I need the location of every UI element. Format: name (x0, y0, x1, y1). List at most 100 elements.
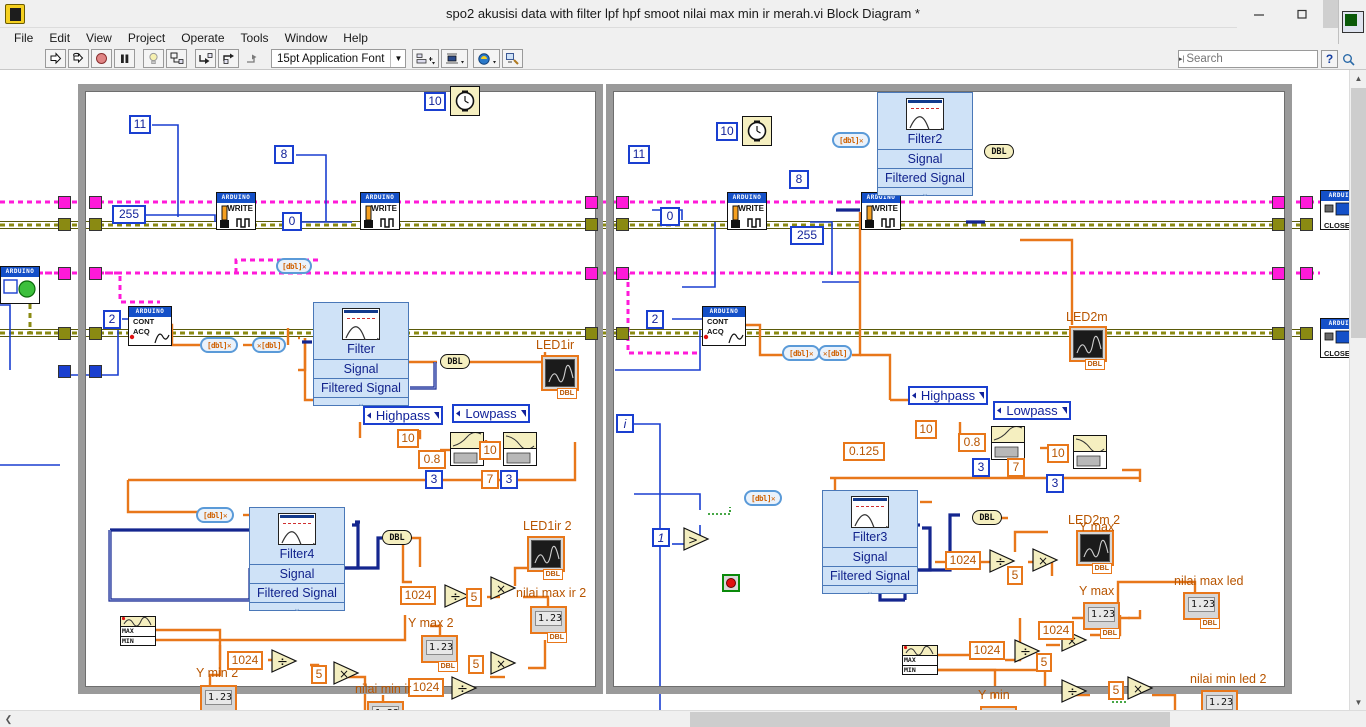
tunnel-refnum[interactable] (585, 196, 598, 209)
filter4-express-node[interactable]: Filter4 Signal Filtered Signal ⌄ (249, 507, 345, 614)
filter-express-node[interactable]: Filter Signal Filtered Signal ⌄ (313, 302, 409, 408)
menu-item-edit[interactable]: Edit (41, 29, 78, 47)
dynamic-data-convert-icon[interactable]: [dbl]✕ (200, 337, 238, 353)
hp-order-constant-right[interactable]: 10 (915, 420, 937, 439)
minimize-button[interactable] (1237, 0, 1280, 28)
multiply-operator[interactable]: × (332, 660, 360, 685)
arduino-init-node[interactable]: ARDUINO (0, 266, 40, 304)
vertical-scroll-thumb[interactable] (1351, 88, 1366, 338)
lowpass-spec-icon-right[interactable] (1073, 435, 1107, 469)
run-arrow-icon[interactable] (45, 49, 66, 68)
dynamic-data-convert-icon[interactable]: ✕[dbl] (818, 345, 852, 361)
nilai-max-led-indicator[interactable]: 1.23 DBL (1183, 592, 1220, 629)
tunnel-refnum[interactable] (58, 267, 71, 280)
tunnel-error[interactable] (1300, 327, 1313, 340)
dynamic-data-convert-icon[interactable]: ✕[dbl] (252, 337, 286, 353)
led1ir-waveform-chart[interactable]: DBL (541, 355, 579, 399)
tunnel-error[interactable] (585, 327, 598, 340)
scale-5-b-right[interactable]: 5 (1036, 653, 1052, 672)
menu-item-file[interactable]: File (6, 29, 41, 47)
highpass-filter-type-selector-right[interactable]: Highpass (908, 386, 988, 405)
scroll-down-icon[interactable]: ▼ (1350, 694, 1366, 710)
hp-cutoff-constant-left[interactable]: 0.8 (418, 450, 446, 469)
menu-item-tools[interactable]: Tools (233, 29, 277, 47)
constant-255-left[interactable]: 255 (112, 205, 146, 224)
search-input[interactable] (1184, 53, 1343, 65)
tunnel-refnum[interactable] (616, 196, 629, 209)
hp-extra-constant-right[interactable]: 3 (972, 458, 990, 477)
maximize-button[interactable] (1280, 0, 1323, 28)
lp-cutoff-constant-right[interactable]: 7 (1007, 458, 1025, 477)
step-out-icon[interactable] (241, 49, 262, 68)
horizontal-scroll-thumb[interactable] (690, 712, 1170, 727)
tunnel-refnum[interactable] (1272, 196, 1285, 209)
nilai-min-ir-indicator[interactable]: 1.23 DBL (367, 701, 404, 710)
ymax-indicator[interactable]: 1.23 DBL (1083, 602, 1120, 639)
help-button[interactable]: ? (1321, 50, 1338, 68)
led1ir2-waveform-chart[interactable]: DBL (527, 536, 565, 580)
vi-icon-panel[interactable] (1338, 0, 1366, 44)
dynamic-data-convert-icon[interactable]: [dbl]✕ (832, 132, 870, 148)
dynamic-data-convert-icon[interactable]: [dbl]✕ (276, 258, 312, 274)
menu-item-project[interactable]: Project (120, 29, 173, 47)
vi-icon[interactable] (1341, 11, 1364, 33)
scale-1024-b-left[interactable]: 1024 (227, 651, 263, 670)
constant-8-right[interactable]: 8 (789, 170, 809, 189)
tunnel-refnum[interactable] (89, 196, 102, 209)
nilai-max-ir2-indicator[interactable]: 1.23 DBL (530, 606, 567, 643)
block-diagram-canvas[interactable]: ARDUINO 10 11 8 255 0 ARDUINO WRITE ARDU… (0, 70, 1366, 710)
multiply-operator[interactable]: × (1031, 547, 1059, 572)
tunnel-error[interactable] (58, 218, 71, 231)
multiply-operator[interactable]: × (1126, 675, 1154, 700)
divide-operator[interactable]: ÷ (270, 648, 298, 673)
constant-8-left[interactable]: 8 (274, 145, 294, 164)
tunnel-error[interactable] (58, 327, 71, 340)
scale-1024-a-left[interactable]: 1024 (400, 586, 436, 605)
scale-5-b-left[interactable]: 5 (311, 665, 327, 684)
led2m2-waveform-chart[interactable]: DBL (1076, 530, 1114, 574)
menu-item-window[interactable]: Window (277, 29, 336, 47)
multiply-operator[interactable]: × (489, 575, 517, 600)
timer-constant-right[interactable]: 10 (716, 122, 738, 141)
expand-chevron-icon[interactable]: ⌄ (250, 602, 344, 614)
constant-0-left[interactable]: 0 (282, 212, 302, 231)
dynamic-data-convert-icon[interactable]: [dbl]✕ (744, 490, 782, 506)
clean-up-diagram-icon[interactable] (502, 49, 524, 68)
lp-cutoff-constant-left[interactable]: 7 (481, 470, 499, 489)
highpass-filter-type-selector[interactable]: Highpass (363, 406, 443, 425)
scale-1024-c-left[interactable]: 1024 (408, 678, 444, 697)
hp-cutoff-constant-right[interactable]: 0.8 (958, 433, 986, 452)
scale-1024-c-right[interactable]: 1024 (1038, 621, 1074, 640)
timer-constant-left[interactable]: 10 (424, 92, 446, 111)
scale-5-c-left[interactable]: 5 (468, 655, 484, 674)
scale-5-a-right[interactable]: 5 (1007, 566, 1023, 585)
wait-ms-clock-icon[interactable] (450, 86, 480, 116)
hp-order-constant-left[interactable]: 10 (397, 429, 419, 448)
arduino-write-node-1[interactable]: ARDUINO WRITE (216, 192, 256, 230)
lp-order-constant-left[interactable]: 10 (479, 441, 501, 460)
tunnel-error[interactable] (89, 327, 102, 340)
search-box[interactable]: ▸| (1178, 50, 1355, 68)
constant-255-right[interactable]: 255 (790, 226, 824, 245)
tunnel-error[interactable] (89, 218, 102, 231)
constant-11-right[interactable]: 11 (628, 145, 650, 164)
to-dbl-convert-icon[interactable]: DBL (972, 510, 1002, 525)
array-max-min-node-left[interactable]: MAX MIN (120, 616, 156, 646)
tunnel-refnum[interactable] (585, 267, 598, 280)
lp-extra-constant-right[interactable]: 3 (1046, 474, 1064, 493)
magnifier-icon[interactable] (1342, 53, 1355, 66)
tunnel-refnum[interactable] (616, 267, 629, 280)
tunnel-error[interactable] (585, 218, 598, 231)
expand-chevron-icon[interactable]: ⌄ (878, 187, 972, 199)
wait-ms-clock-icon-right[interactable] (742, 116, 772, 146)
distribute-objects-icon[interactable] (441, 49, 469, 68)
lowpass-filter-type-selector-right[interactable]: Lowpass (993, 401, 1071, 420)
tunnel-refnum[interactable] (1300, 267, 1313, 280)
tunnel-refnum[interactable] (1272, 267, 1285, 280)
align-objects-icon[interactable] (412, 49, 440, 68)
tunnel-error[interactable] (616, 327, 629, 340)
constant-2-left[interactable]: 2 (103, 310, 121, 329)
tunnel-refnum[interactable] (1300, 196, 1313, 209)
tunnel-error[interactable] (1272, 218, 1285, 231)
lp-order-constant-right[interactable]: 10 (1047, 444, 1069, 463)
